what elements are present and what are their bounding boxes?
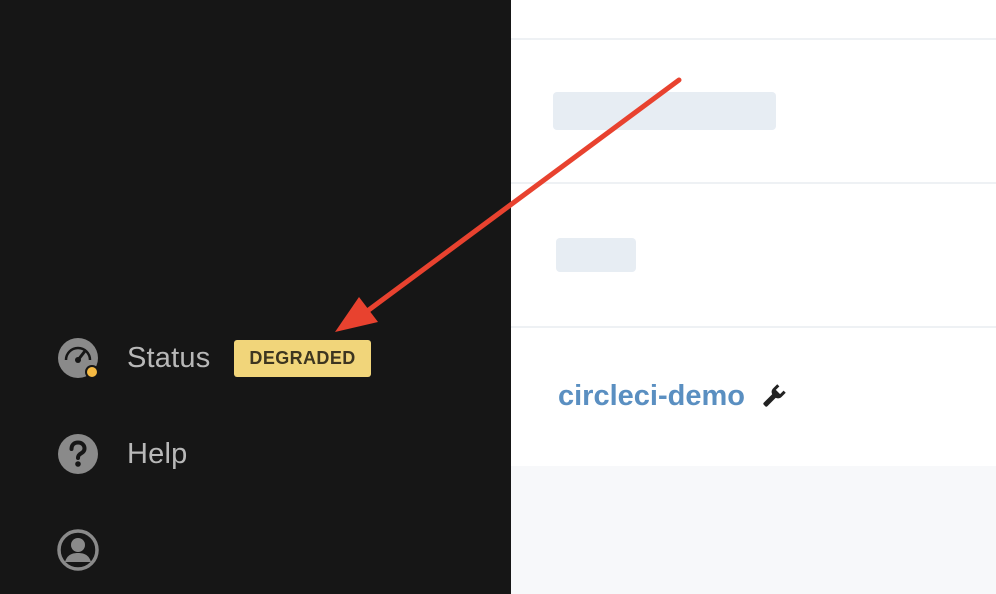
content-footer [511,466,996,594]
loading-placeholder [553,92,776,130]
divider [511,326,996,328]
divider [511,38,996,40]
loading-placeholder [556,238,636,272]
sidebar-item-help[interactable]: Help [56,432,187,476]
sidebar-item-label: Status [127,341,211,374]
sidebar-item-label: Help [127,437,188,470]
main-content: circleci-demo [511,0,996,594]
divider [511,182,996,184]
sidebar: Status DEGRADED Help [0,0,511,594]
wrench-icon[interactable] [759,383,787,411]
gauge-icon [56,336,100,380]
project-name[interactable]: circleci-demo [558,380,745,413]
project-link[interactable]: circleci-demo [558,380,787,413]
status-badge: DEGRADED [234,339,371,377]
sidebar-item-status[interactable]: Status DEGRADED [56,336,371,380]
user-avatar-icon [56,528,100,572]
question-circle-icon [56,432,100,476]
sidebar-item-account[interactable] [56,528,100,572]
